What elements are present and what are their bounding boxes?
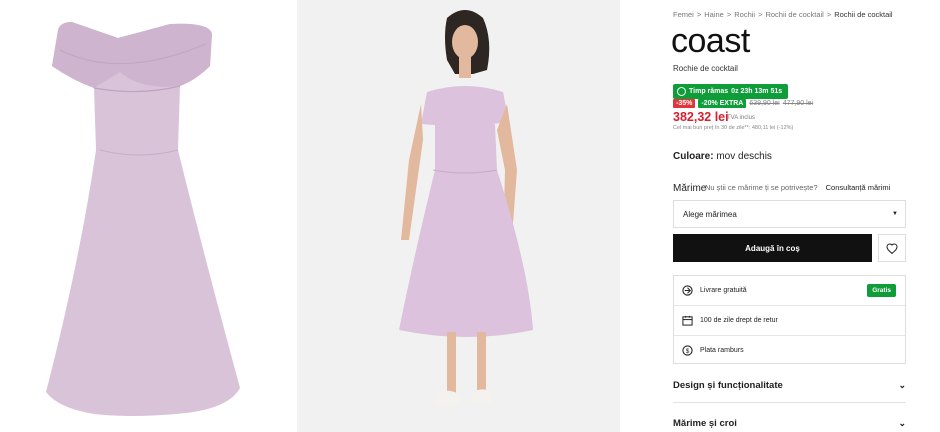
old-price: 639,90 lei [749,100,780,107]
breadcrumb-current: Rochii de cocktail [834,10,893,19]
color-label: Culoare: [673,151,714,162]
breadcrumb-item[interactable]: Femei [673,10,694,19]
product-name: Rochie de cocktail [673,64,738,73]
accordion-title: Mărime și croi [673,418,737,429]
wishlist-button[interactable] [878,234,906,262]
extra-discount-badge: -20% EXTRA [698,99,747,108]
dress-flat-illustration [46,22,240,416]
vat-note: TVA inclus [727,115,755,121]
current-price: 382,32 lei [673,110,729,124]
lowest-price-note: Cel mai bun preț în 30 de zile**: 480,11… [673,125,794,131]
service-label: 100 de zile drept de retur [700,317,778,324]
size-label: Mărime [673,183,707,194]
color-info: Culoare: mov deschis [673,151,772,162]
chevron-down-icon: ▼ [892,211,898,217]
breadcrumb-item[interactable]: Rochii de cocktail [765,10,823,19]
countdown-badge: Timp rămas 0z 23h 13m 51s [673,84,789,99]
breadcrumb-item[interactable]: Rochii [734,10,755,19]
calendar-icon [682,315,693,326]
service-list: Livrare gratuită Gratis 100 de zile drep… [673,275,906,364]
service-cod: $ Plata ramburs [674,336,905,365]
countdown-label: Timp rămas [689,88,729,95]
svg-text:$: $ [686,348,690,355]
accordion-design[interactable]: Design și funcționalitate ⌄ [673,380,906,391]
accordion-title: Design și funcționalitate [673,380,783,391]
model-illustration [297,0,620,432]
countdown-value: 0z 23h 13m 51s [731,88,783,95]
size-help: Nu știi ce mărime ți se potrivește? Cons… [705,183,890,192]
old-price: 477,90 lei [782,100,814,107]
cash-icon: $ [682,345,693,356]
breadcrumb: Femei > Haine > Rochii > Rochii de cocktail > Ro… [673,10,893,19]
service-label: Plata ramburs [700,347,744,354]
size-advice-link[interactable]: Consultanță mărimi [826,183,891,192]
size-select[interactable]: Alege mărimea ▼ [673,200,906,228]
chevron-down-icon: ⌄ [898,418,906,428]
size-help-text: Nu știi ce mărime ți se potrivește? [705,183,818,192]
free-badge: Gratis [867,284,896,297]
service-returns: 100 de zile drept de retur [674,306,905,336]
product-image-model[interactable] [297,0,620,432]
brand-title[interactable]: coast [671,24,750,58]
discount-row: -35% -20% EXTRA 639,90 lei 477,90 lei [673,99,813,108]
size-select-value: Alege mărimea [683,209,737,219]
accordion-size-fit[interactable]: Mărime și croi ⌄ [673,418,906,429]
chevron-down-icon: ⌄ [898,380,906,390]
product-image-flat[interactable] [0,0,286,432]
discount-badge: -35% [673,99,696,108]
product-info-panel: Femei > Haine > Rochii > Rochii de cocktail > Ro… [671,0,908,432]
delivery-icon [682,285,693,296]
color-value: mov deschis [716,151,772,162]
clock-icon [677,87,686,96]
service-label: Livrare gratuită [700,287,747,294]
breadcrumb-item[interactable]: Haine [704,10,724,19]
add-to-cart-button[interactable]: Adaugă în coș [673,234,872,262]
heart-icon [886,242,898,254]
divider [673,402,906,403]
service-delivery: Livrare gratuită Gratis [674,276,905,306]
